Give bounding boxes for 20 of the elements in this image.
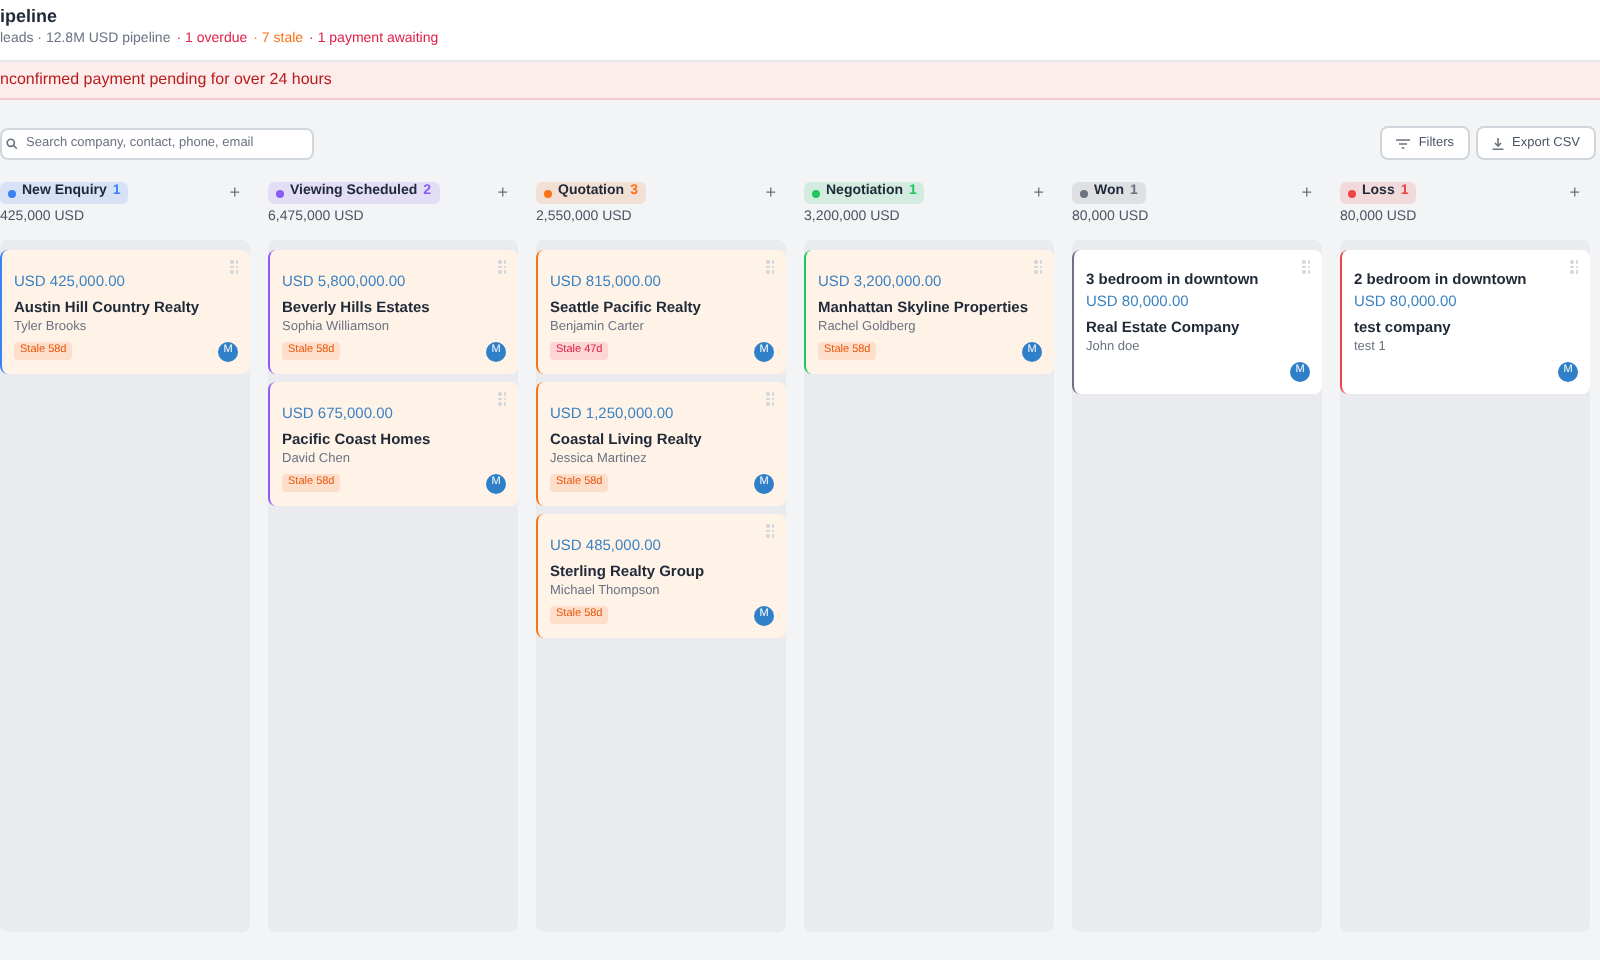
add-button[interactable]: +: [497, 184, 508, 202]
drag-handle-icon[interactable]: [498, 260, 506, 273]
filter-icon: [1396, 137, 1411, 149]
add-button[interactable]: +: [765, 184, 776, 202]
drag-handle-icon[interactable]: [1570, 260, 1578, 273]
page-title: ipeline: [0, 4, 60, 28]
alert-banner: nconfirmed payment pending for over 24 hours: [0, 62, 1600, 100]
drag-handle-icon[interactable]: [498, 392, 506, 405]
add-button[interactable]: +: [1569, 184, 1580, 202]
add-button[interactable]: +: [229, 184, 240, 202]
add-button[interactable]: +: [1033, 184, 1044, 202]
drag-handle-icon[interactable]: [1302, 260, 1310, 273]
drag-handle-icon[interactable]: [1034, 260, 1042, 273]
drag-handle-icon[interactable]: [766, 392, 774, 405]
download-icon: [1492, 137, 1505, 149]
add-button[interactable]: +: [1301, 184, 1312, 202]
search-icon: [6, 137, 18, 149]
drag-handle-icon[interactable]: [766, 260, 774, 273]
drag-handle-icon[interactable]: [230, 260, 238, 273]
drag-handle-icon[interactable]: [766, 524, 774, 537]
